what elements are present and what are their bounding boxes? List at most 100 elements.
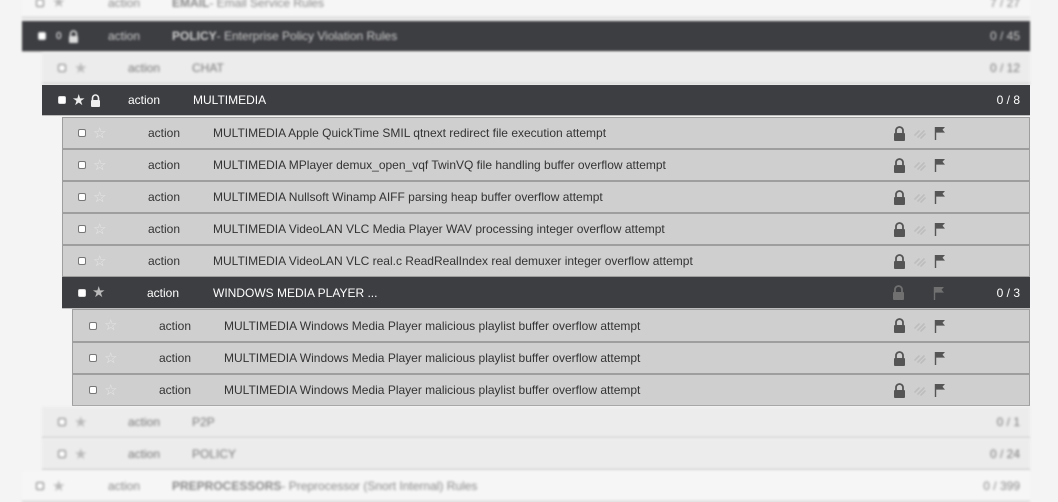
rule-row[interactable]: ☆ action MULTIMEDIA Windows Media Player…	[72, 374, 1030, 406]
flag-icon[interactable]	[934, 246, 946, 276]
rule-row[interactable]: ☆ action MULTIMEDIA Apple QuickTime SMIL…	[62, 117, 1030, 149]
category-row-p2p[interactable]: ★ action P2P 0 / 1	[42, 407, 1030, 438]
row-action[interactable]: action	[108, 21, 140, 51]
link-icon[interactable]	[913, 375, 927, 405]
row-checkbox[interactable]	[58, 439, 66, 469]
category-row-email[interactable]: ★ action EMAIL - Email Service Rules 7 /…	[22, 0, 1030, 18]
row-action[interactable]: action	[128, 53, 160, 83]
row-name: MULTIMEDIA Windows Media Player maliciou…	[224, 383, 641, 397]
row-action[interactable]: action	[128, 407, 160, 437]
star-icon[interactable]: ☆	[93, 246, 106, 276]
star-icon[interactable]: ☆	[104, 375, 117, 405]
lock-icon[interactable]	[893, 118, 906, 148]
category-row-policy-sub[interactable]: ★ action POLICY 0 / 24	[42, 439, 1030, 470]
row-checkbox[interactable]	[78, 118, 86, 148]
link-icon[interactable]	[913, 150, 927, 180]
link-icon[interactable]	[913, 118, 927, 148]
flag-icon[interactable]	[934, 343, 946, 373]
row-checkbox[interactable]	[78, 246, 86, 276]
rule-row[interactable]: ☆ action MULTIMEDIA VideoLAN VLC Media P…	[62, 213, 1030, 245]
star-icon[interactable]: ☆	[93, 182, 106, 212]
star-icon[interactable]: ☆	[104, 310, 117, 341]
flag-icon[interactable]	[934, 118, 946, 148]
star-icon[interactable]: ★	[74, 407, 87, 437]
row-checkbox[interactable]	[78, 277, 86, 308]
flag-icon[interactable]	[934, 310, 946, 341]
star-icon[interactable]: ★	[74, 439, 87, 469]
rule-row[interactable]: ☆ action MULTIMEDIA MPlayer demux_open_v…	[62, 149, 1030, 181]
star-icon[interactable]: ★	[74, 53, 87, 83]
category-row-preprocessors[interactable]: ★ action PREPROCESSORS - Preprocessor (S…	[22, 471, 1030, 502]
link-icon[interactable]	[913, 182, 927, 212]
flag-icon[interactable]	[933, 277, 945, 308]
category-row-policy[interactable]: 0 action POLICY - Enterprise Policy Viol…	[22, 21, 1030, 52]
flag-icon[interactable]	[934, 214, 946, 244]
rule-row[interactable]: ☆ action MULTIMEDIA Windows Media Player…	[72, 309, 1030, 342]
row-checkbox[interactable]	[58, 53, 66, 83]
row-count: 0 / 399	[983, 479, 1020, 493]
category-row-chat[interactable]: ★ action CHAT 0 / 12	[42, 53, 1030, 84]
row-action[interactable]: action	[159, 375, 191, 405]
row-action[interactable]: action	[148, 182, 180, 212]
row-desc: - Email Service Rules	[209, 0, 325, 10]
row-action[interactable]: action	[128, 85, 160, 115]
row-count: 7 / 27	[989, 0, 1020, 10]
category-row-multimedia[interactable]: ★ action MULTIMEDIA 0 / 8	[42, 85, 1030, 116]
lock-icon[interactable]	[893, 375, 906, 405]
row-checkbox[interactable]	[78, 214, 86, 244]
star-icon[interactable]: ☆	[104, 343, 117, 373]
lock-icon[interactable]	[893, 310, 906, 341]
lock-icon[interactable]	[893, 246, 906, 276]
star-icon[interactable]: ★	[72, 85, 85, 115]
row-checkbox[interactable]	[36, 0, 44, 17]
link-icon[interactable]	[913, 310, 927, 341]
row-action[interactable]: action	[147, 277, 179, 308]
lock-icon[interactable]	[893, 343, 906, 373]
row-checkbox[interactable]	[38, 21, 46, 51]
flag-icon[interactable]	[934, 182, 946, 212]
link-icon[interactable]	[913, 343, 927, 373]
row-checkbox[interactable]	[78, 182, 86, 212]
row-action[interactable]: action	[148, 214, 180, 244]
star-icon[interactable]: ★	[52, 0, 65, 17]
row-action[interactable]: action	[159, 343, 191, 373]
row-name: MULTIMEDIA Windows Media Player maliciou…	[224, 318, 641, 333]
star-icon[interactable]: ☆	[93, 214, 106, 244]
star-icon[interactable]: ★	[52, 471, 65, 501]
row-name: POLICY	[172, 29, 217, 43]
row-name: PREPROCESSORS	[172, 479, 282, 493]
row-action[interactable]: action	[148, 118, 180, 148]
row-checkbox[interactable]	[58, 85, 66, 115]
row-name: MULTIMEDIA VideoLAN VLC real.c ReadRealI…	[213, 254, 693, 268]
rule-row[interactable]: ☆ action MULTIMEDIA Windows Media Player…	[72, 342, 1030, 374]
link-icon[interactable]	[913, 214, 927, 244]
row-action[interactable]: action	[128, 439, 160, 469]
star-icon[interactable]: ★	[92, 277, 105, 308]
row-action[interactable]: action	[108, 471, 140, 501]
row-checkbox[interactable]	[89, 310, 97, 341]
row-action[interactable]: action	[148, 246, 180, 276]
row-checkbox[interactable]	[58, 407, 66, 437]
row-action[interactable]: action	[148, 150, 180, 180]
category-row-windows-media-player[interactable]: ★ action WINDOWS MEDIA PLAYER ... 0 / 3	[62, 277, 1030, 309]
row-checkbox[interactable]	[36, 471, 44, 501]
lock-icon[interactable]	[893, 182, 906, 212]
star-icon[interactable]: ☆	[93, 150, 106, 180]
lock-icon[interactable]	[893, 214, 906, 244]
lock-icon[interactable]	[90, 85, 101, 115]
lock-icon[interactable]	[68, 21, 79, 51]
row-checkbox[interactable]	[78, 150, 86, 180]
rule-row[interactable]: ☆ action MULTIMEDIA VideoLAN VLC real.c …	[62, 245, 1030, 277]
flag-icon[interactable]	[934, 375, 946, 405]
row-checkbox[interactable]	[89, 343, 97, 373]
star-icon[interactable]: ☆	[93, 118, 106, 148]
link-icon[interactable]	[913, 246, 927, 276]
row-action[interactable]: action	[159, 310, 191, 341]
rule-row[interactable]: ☆ action MULTIMEDIA Nullsoft Winamp AIFF…	[62, 181, 1030, 213]
lock-icon[interactable]	[892, 277, 905, 308]
row-action[interactable]: action	[108, 0, 140, 17]
flag-icon[interactable]	[934, 150, 946, 180]
row-checkbox[interactable]	[89, 375, 97, 405]
lock-icon[interactable]	[893, 150, 906, 180]
row-name: MULTIMEDIA	[193, 93, 267, 107]
